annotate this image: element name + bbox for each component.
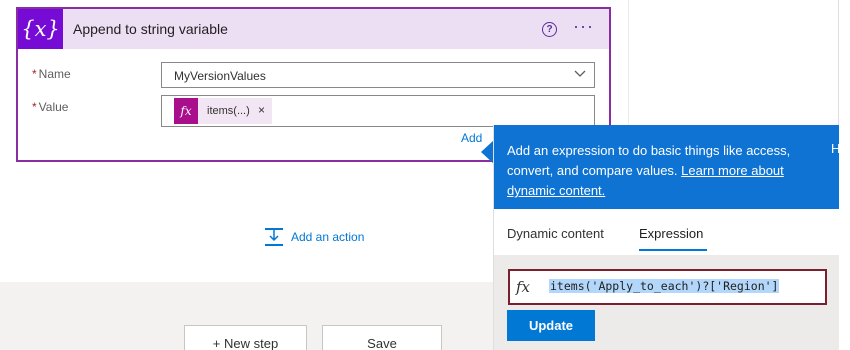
expression-panel: Add an expression to do basic things lik… xyxy=(493,125,839,350)
add-an-action-label: Add an action xyxy=(291,230,365,244)
expression-input[interactable]: fx items('Apply_to_each')?['Region'] xyxy=(508,269,827,305)
save-button[interactable]: Save xyxy=(322,325,442,350)
token-remove-icon[interactable]: × xyxy=(258,103,265,117)
fx-icon: fx xyxy=(174,98,198,124)
active-tab-indicator xyxy=(639,249,707,251)
fx-icon: fx xyxy=(516,278,531,296)
value-label: * Value xyxy=(32,100,68,114)
add-action-icon xyxy=(265,228,283,246)
tab-expression[interactable]: Expression xyxy=(639,226,703,241)
value-label-text: Value xyxy=(38,100,69,114)
banner-overflow-text: H xyxy=(831,141,841,156)
expression-token[interactable]: fx items(...) × xyxy=(174,98,272,124)
name-dropdown[interactable]: MyVersionValues xyxy=(161,62,595,88)
add-dynamic-content-link[interactable]: Add xyxy=(461,131,482,145)
value-field[interactable]: fx items(...) × xyxy=(161,95,595,127)
chevron-down-icon[interactable] xyxy=(574,69,586,79)
name-dropdown-value: MyVersionValues xyxy=(174,69,266,83)
variable-icon: {x} xyxy=(18,9,63,49)
help-icon[interactable]: ? xyxy=(542,22,557,37)
add-an-action-button[interactable]: Add an action xyxy=(263,226,364,248)
panel-tabs: Dynamic content Expression xyxy=(494,209,839,255)
expression-info-banner: Add an expression to do basic things lik… xyxy=(494,125,839,209)
name-label-text: Name xyxy=(38,67,71,81)
update-button[interactable]: Update xyxy=(507,310,595,341)
name-label: * Name xyxy=(32,67,71,81)
card-title: Append to string variable xyxy=(73,21,228,37)
card-header[interactable]: {x} Append to string variable ? ··· xyxy=(18,9,609,49)
tab-dynamic-content[interactable]: Dynamic content xyxy=(507,226,604,241)
required-marker: * xyxy=(32,67,37,81)
new-step-button[interactable]: + New step xyxy=(184,325,307,350)
more-options-icon[interactable]: ··· xyxy=(573,16,594,37)
expression-text[interactable]: items('Apply_to_each')?['Region'] xyxy=(549,279,780,293)
required-marker: * xyxy=(32,100,37,114)
token-label: items(...) xyxy=(207,105,250,117)
